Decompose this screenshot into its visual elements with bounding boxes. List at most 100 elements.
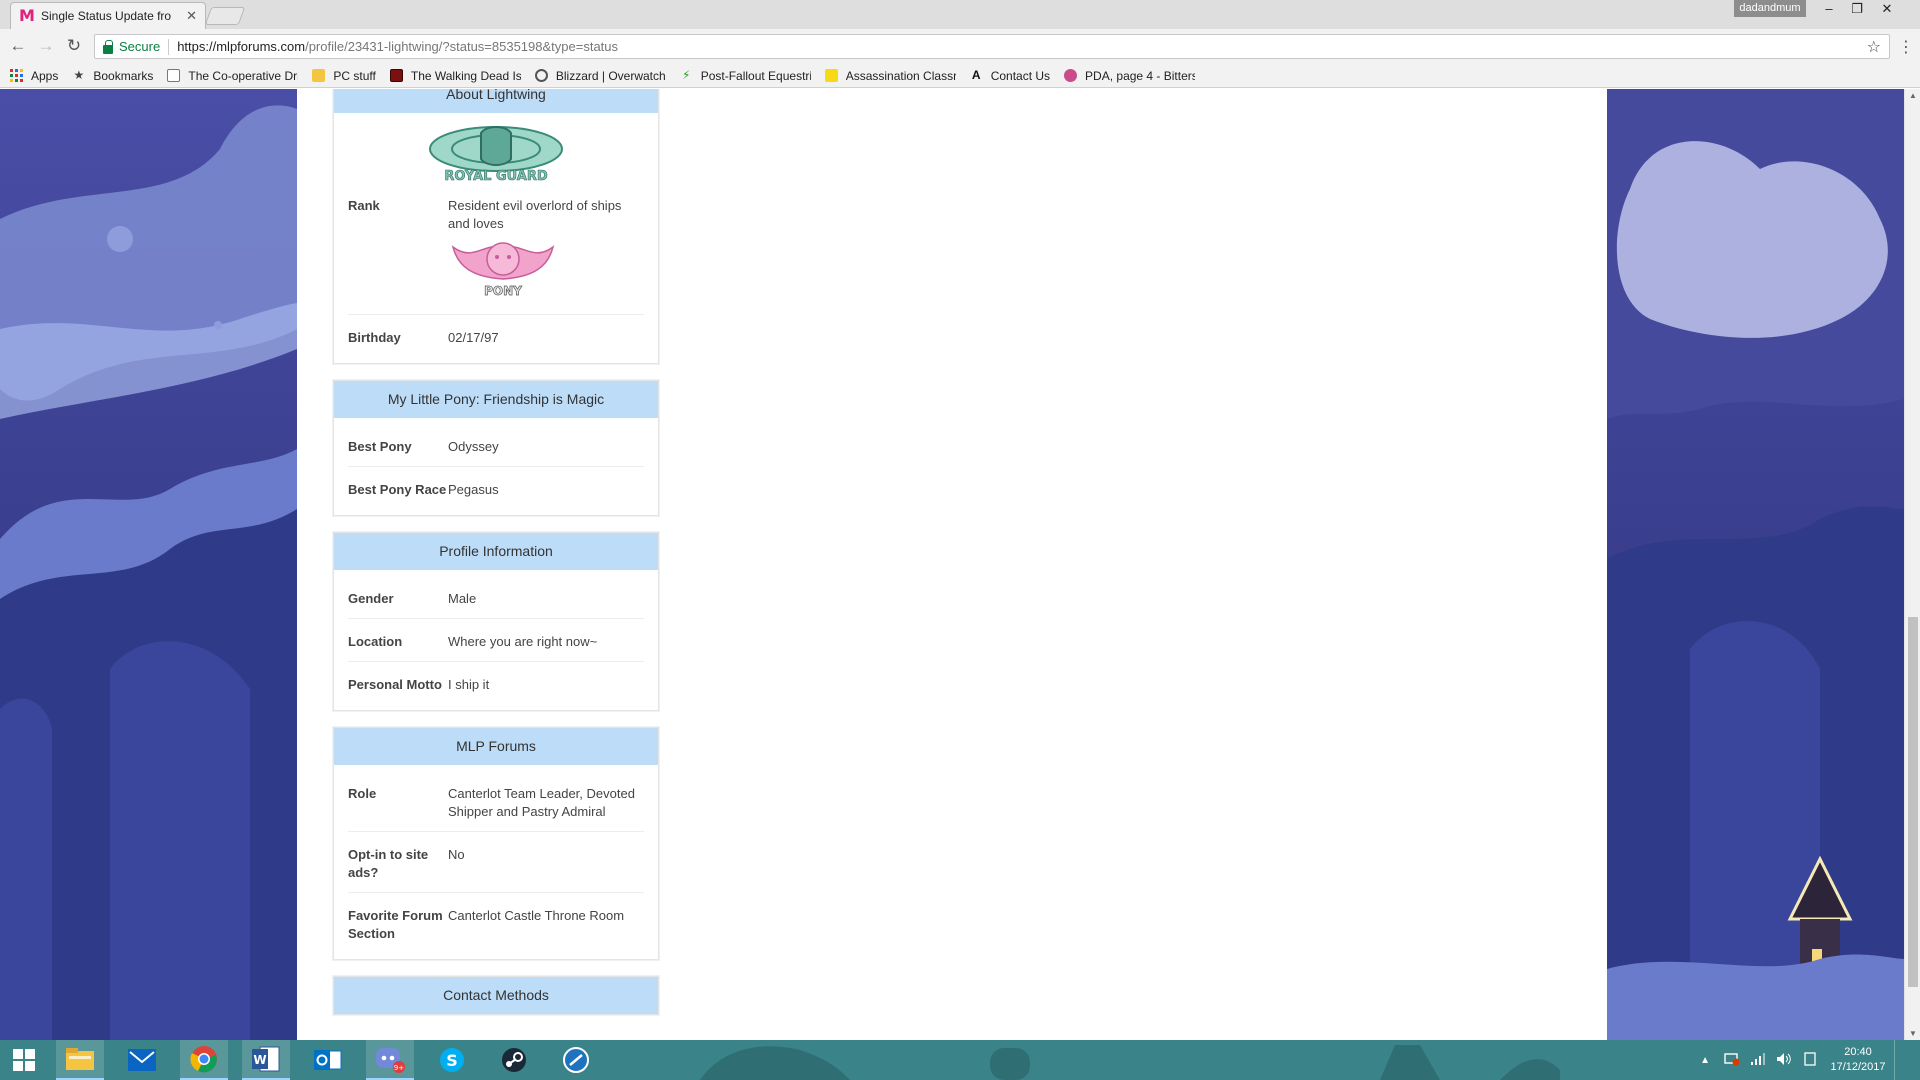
new-tab-button[interactable] <box>204 7 246 25</box>
scroll-down-icon[interactable]: ▼ <box>1905 1029 1920 1038</box>
bookmark-star-icon[interactable]: ☆ <box>1867 37 1881 57</box>
best-pony-label: Best Pony <box>348 439 412 454</box>
signal-icon[interactable] <box>1750 1052 1766 1069</box>
taskbar-mail[interactable] <box>118 1040 166 1080</box>
windows-taskbar: W 9+ S ▲ 20:40 17/12/2017 <box>0 1040 1920 1080</box>
profile-sidebar: About Lightwing ROYAL GUARD Rank Residen… <box>333 89 659 1031</box>
motto-value: I ship it <box>448 677 490 692</box>
page-scrollbar[interactable]: ▲ ▼ <box>1904 89 1920 1040</box>
bookmark-apps[interactable]: Apps <box>10 69 58 83</box>
bookmark-bookmarks[interactable]: ★ Bookmarks <box>72 69 153 83</box>
system-tray: ▲ 20:40 17/12/2017 <box>1700 1040 1920 1080</box>
leaf-icon: ⚡ <box>681 68 691 82</box>
pda-icon <box>1064 69 1078 82</box>
best-pony-row: Best Pony Odyssey <box>348 434 644 467</box>
page-icon <box>167 69 181 82</box>
bookmark-contact-us[interactable]: A Contact Us <box>970 69 1050 83</box>
profile-user-badge[interactable]: dadandmum <box>1734 0 1806 17</box>
window-close-icon[interactable]: ✕ <box>1872 1 1902 17</box>
outlook-icon <box>314 1050 342 1070</box>
taskbar-word[interactable]: W <box>242 1040 290 1080</box>
about-block: About Lightwing ROYAL GUARD Rank Residen… <box>333 89 659 364</box>
rank-row: Rank Resident evil overlord of ships and… <box>348 193 644 315</box>
favorite-section-value: Canterlot Castle Throne Room <box>448 908 625 923</box>
contact-methods-block: Contact Methods <box>333 976 659 1015</box>
steam-icon <box>502 1048 526 1072</box>
scroll-up-icon[interactable]: ▲ <box>1905 91 1920 100</box>
mlp-favicon-icon: M <box>19 6 35 25</box>
bookmark-post-fallout[interactable]: ⚡ Post-Fallout Equestri <box>680 69 811 83</box>
tab-close-icon[interactable]: ✕ <box>186 8 197 24</box>
motto-row: Personal Motto I ship it <box>348 672 644 704</box>
minimize-icon[interactable]: – <box>1814 1 1844 16</box>
role-row: Role Canterlot Team Leader, Devoted Ship… <box>348 781 644 832</box>
best-race-row: Best Pony Race Pegasus <box>348 477 644 509</box>
about-header: About Lightwing <box>334 89 658 113</box>
keyboard-icon[interactable] <box>1802 1051 1818 1069</box>
bookmark-cooperative[interactable]: The Co-operative Dri <box>167 69 298 83</box>
notifications-icon[interactable] <box>1894 1040 1920 1080</box>
taskbar-clock[interactable]: 20:40 17/12/2017 <box>1822 1045 1894 1075</box>
taskbar-app[interactable] <box>552 1040 600 1080</box>
start-button[interactable] <box>0 1040 48 1080</box>
tray-expand-icon[interactable]: ▲ <box>1700 1055 1710 1066</box>
bookmark-walking-dead[interactable]: The Walking Dead Iss <box>389 69 521 83</box>
browser-tab[interactable]: M Single Status Update fro ✕ <box>10 2 206 29</box>
taskbar-file-explorer[interactable] <box>56 1040 104 1080</box>
mlp-forums-header: MLP Forums <box>334 728 658 765</box>
ads-label: Opt-in to site ads? <box>348 847 429 880</box>
overwatch-icon <box>534 69 548 82</box>
restore-icon[interactable]: ❐ <box>1842 1 1872 17</box>
back-arrow-icon[interactable]: ← <box>8 37 28 55</box>
taskbar-outlook[interactable] <box>304 1040 352 1080</box>
gender-value: Male <box>448 591 477 606</box>
twd-icon <box>389 69 403 82</box>
clock-time: 20:40 <box>1844 1046 1872 1058</box>
taskbar-discord[interactable]: 9+ <box>366 1040 414 1080</box>
birthday-row: Birthday 02/17/97 <box>348 325 644 357</box>
rank-value: Resident evil overlord of ships and love… <box>448 198 622 231</box>
scrollbar-thumb[interactable] <box>1908 617 1918 987</box>
taskbar-steam[interactable] <box>490 1040 538 1080</box>
mail-icon <box>128 1049 156 1071</box>
mlp-fim-header: My Little Pony: Friendship is Magic <box>334 381 658 418</box>
role-value: Canterlot Team Leader, Devoted Shipper a… <box>448 786 635 819</box>
taskbar-chrome[interactable] <box>180 1040 228 1080</box>
profile-info-header: Profile Information <box>334 533 658 570</box>
favorite-section-label: Favorite Forum Section <box>348 908 443 941</box>
birthday-value: 02/17/97 <box>448 330 499 345</box>
mlp-forums-block: MLP Forums Role Canterlot Team Leader, D… <box>333 727 659 960</box>
lock-icon <box>103 39 113 54</box>
windows-logo-icon <box>13 1049 35 1071</box>
location-label: Location <box>348 634 403 649</box>
gender-row: Gender Male <box>348 586 644 619</box>
network-error-icon[interactable] <box>1724 1052 1740 1069</box>
forward-arrow-icon[interactable]: → <box>36 37 56 55</box>
page-content: About Lightwing ROYAL GUARD Rank Residen… <box>297 89 1607 1040</box>
gender-label: Gender <box>348 591 394 606</box>
bookmark-pda[interactable]: PDA, page 4 - Bitters <box>1064 69 1195 83</box>
word-icon: W <box>252 1046 280 1072</box>
bookmarks-bar: Apps ★ Bookmarks The Co-operative Dri PC… <box>0 64 1920 88</box>
discord-icon: 9+ <box>376 1048 405 1073</box>
volume-icon[interactable] <box>1776 1052 1792 1069</box>
ads-row: Opt-in to site ads? No <box>348 842 644 893</box>
role-label: Role <box>348 786 377 801</box>
bookmark-assassination[interactable]: Assassination Classro <box>824 69 956 83</box>
taskbar-skype[interactable]: S <box>428 1040 476 1080</box>
svg-text:W: W <box>253 1053 266 1067</box>
bookmark-overwatch[interactable]: Blizzard | Overwatch <box>534 69 666 83</box>
chrome-menu-icon[interactable]: ⋮ <box>1898 37 1914 57</box>
address-bar[interactable]: Secure https://mlpforums.com/profile/234… <box>94 34 1890 59</box>
folder-icon <box>312 69 326 82</box>
apps-grid-icon <box>10 69 23 82</box>
svg-text:S: S <box>446 1051 458 1070</box>
star-icon: ★ <box>73 68 85 82</box>
reload-icon[interactable]: ↻ <box>64 37 84 55</box>
discord-badge: 9+ <box>394 1064 404 1072</box>
profile-info-block: Profile Information Gender Male Location… <box>333 532 659 711</box>
bookmark-pc-stuff[interactable]: PC stuff <box>312 69 376 83</box>
chrome-icon <box>190 1046 217 1073</box>
pony-badge-text: PONY <box>484 284 522 298</box>
skype-icon: S <box>440 1048 464 1072</box>
